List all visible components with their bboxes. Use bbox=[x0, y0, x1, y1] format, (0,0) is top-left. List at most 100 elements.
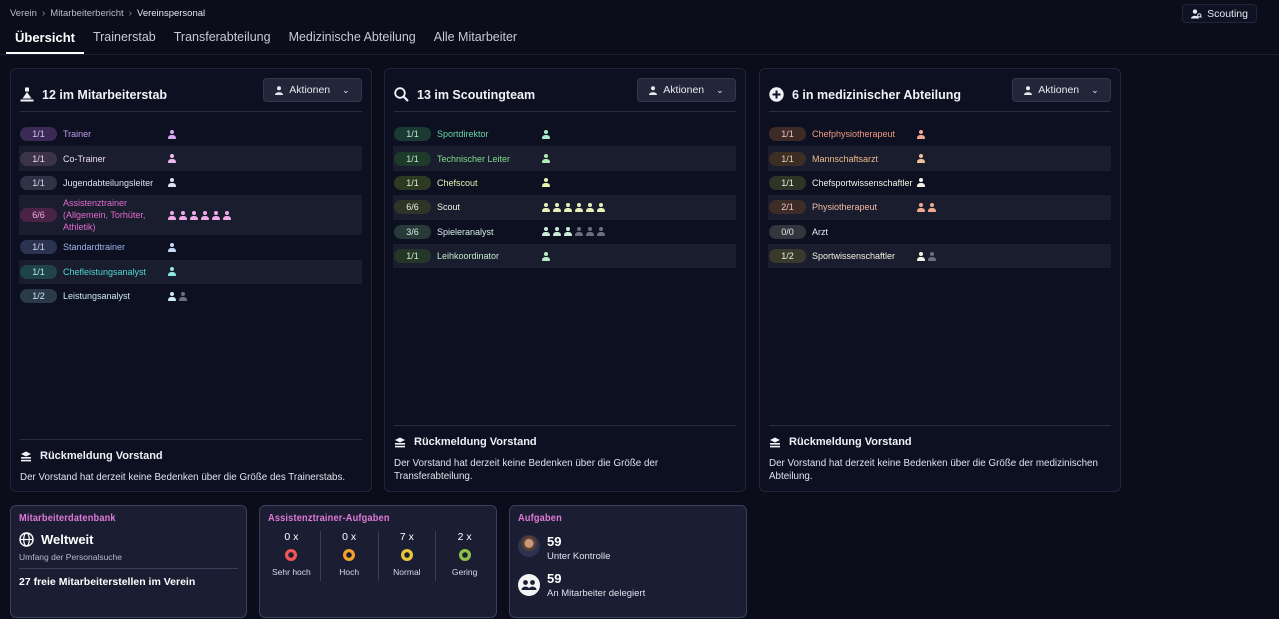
role-row[interactable]: 0/0 Arzt bbox=[768, 220, 1111, 244]
chevron-down-icon: ⌄ bbox=[716, 84, 724, 95]
role-row[interactable]: 1/1 Leihkoordinator bbox=[393, 243, 736, 269]
tasks-card[interactable]: Aufgaben 59 Unter Kontrolle 59 An Mitarb… bbox=[509, 505, 747, 618]
medical-feedback-text: Der Vorstand hat derzeit keine Bedenken … bbox=[769, 458, 1098, 482]
database-card-title: Mitarbeiterdatenbank bbox=[19, 513, 116, 524]
staff-feedback: Rückmeldung Vorstand Der Vorstand hat de… bbox=[20, 439, 362, 484]
staff-occupancy bbox=[917, 202, 936, 212]
scouting-feedback-title: Rückmeldung Vorstand bbox=[394, 436, 736, 448]
scouting-feedback-heading: Rückmeldung Vorstand bbox=[414, 436, 537, 448]
role-row[interactable]: 1/1 Chefsportwissenschaftler bbox=[768, 171, 1111, 195]
role-row[interactable]: 1/1 Trainer bbox=[19, 122, 362, 146]
scout-user-icon bbox=[1191, 8, 1203, 18]
staff-feedback-title: Rückmeldung Vorstand bbox=[20, 450, 362, 462]
role-row[interactable]: 1/1 Standardtrainer bbox=[19, 235, 362, 259]
role-name: Jugendabteilungsleiter bbox=[63, 177, 154, 188]
globe-icon bbox=[19, 532, 34, 547]
role-row[interactable]: 1/2 Leistungsanalyst bbox=[19, 284, 362, 308]
role-count-badge: 1/1 bbox=[769, 127, 806, 142]
person-filled-icon bbox=[542, 154, 550, 164]
role-count-badge: 1/1 bbox=[769, 151, 806, 166]
role-count-badge: 1/1 bbox=[769, 175, 806, 190]
task-priority-column: 0 x Hoch bbox=[321, 531, 379, 581]
breadcrumb-verein[interactable]: Verein bbox=[10, 8, 37, 19]
role-name: Leistungsanalyst bbox=[63, 291, 131, 302]
role-row[interactable]: 1/1 Chefleistungsanalyst bbox=[19, 259, 362, 284]
assistant-tasks-title: Assistenztrainer-Aufgaben bbox=[268, 513, 390, 524]
tab-bar: Übersicht Trainerstab Transferabteilung … bbox=[6, 26, 526, 54]
role-name: Technischer Leiter bbox=[437, 153, 511, 164]
role-row[interactable]: 1/2 Sportwissenschaftler bbox=[768, 243, 1111, 269]
role-count-badge: 6/6 bbox=[394, 200, 431, 215]
scouting-actions-button[interactable]: Aktionen ⌄ bbox=[637, 78, 736, 102]
role-row[interactable]: 2/1 Physiotherapeut bbox=[768, 195, 1111, 220]
tasks-delegated-count: 59 bbox=[547, 571, 562, 586]
person-filled-icon bbox=[168, 291, 176, 301]
breadcrumb-current: Vereinspersonal bbox=[137, 8, 206, 19]
scouting-button[interactable]: Scouting bbox=[1182, 4, 1257, 23]
staff-actions-button[interactable]: Aktionen ⌄ bbox=[263, 78, 362, 102]
breadcrumb-separator-icon: › bbox=[41, 8, 46, 19]
role-name: Sportwissenschaftler bbox=[812, 251, 896, 262]
chevron-down-icon: ⌄ bbox=[342, 84, 350, 95]
staff-occupancy bbox=[917, 178, 925, 188]
tab-transferabteilung[interactable]: Transferabteilung bbox=[165, 26, 280, 54]
role-row[interactable]: 1/1 Chefscout bbox=[393, 171, 736, 195]
role-row[interactable]: 1/1 Technischer Leiter bbox=[393, 146, 736, 171]
staff-occupancy bbox=[542, 202, 605, 212]
breadcrumb-separator-icon: › bbox=[128, 8, 133, 19]
task-priority-count: 0 x bbox=[342, 531, 357, 543]
medical-actions-button[interactable]: Aktionen ⌄ bbox=[1012, 78, 1111, 102]
scouting-button-label: Scouting bbox=[1207, 7, 1248, 20]
task-priority-count: 2 x bbox=[457, 531, 472, 543]
database-scope-subtitle: Umfang der Personalsuche bbox=[19, 552, 123, 562]
role-count-badge: 1/2 bbox=[20, 289, 57, 304]
person-filled-icon bbox=[542, 202, 550, 212]
role-row[interactable]: 1/1 Chefphysiotherapeut bbox=[768, 122, 1111, 146]
staff-occupancy bbox=[917, 154, 925, 164]
task-priority-label: Hoch bbox=[339, 567, 360, 577]
role-row[interactable]: 1/1 Sportdirektor bbox=[393, 122, 736, 146]
tab-uebersicht[interactable]: Übersicht bbox=[6, 26, 84, 54]
staff-occupancy bbox=[542, 178, 550, 188]
role-count-badge: 3/6 bbox=[394, 224, 431, 239]
person-filled-icon bbox=[542, 227, 550, 237]
person-empty-icon bbox=[179, 291, 187, 301]
role-row[interactable]: 6/6 Scout bbox=[393, 195, 736, 220]
assistant-tasks-card[interactable]: Assistenztrainer-Aufgaben 0 x Sehr hoch 0 … bbox=[259, 505, 497, 618]
staff-database-card[interactable]: Mitarbeiterdatenbank Weltweit Umfang der… bbox=[10, 505, 247, 618]
role-count-badge: 1/1 bbox=[20, 175, 57, 190]
role-name: Assistenztrainer (Allgemein, Torhüter, A… bbox=[63, 198, 146, 233]
role-row[interactable]: 3/6 Spieleranalyst bbox=[393, 220, 736, 244]
person-filled-icon bbox=[928, 202, 936, 212]
person-filled-icon bbox=[564, 227, 572, 237]
role-row[interactable]: 1/1 Co-Trainer bbox=[19, 146, 362, 171]
role-name: Arzt bbox=[812, 226, 829, 237]
scouting-panel: 13 im Scoutingteam Aktionen ⌄ 1/1 Sportdi… bbox=[384, 68, 746, 492]
role-row[interactable]: 1/1 Mannschaftsarzt bbox=[768, 146, 1111, 171]
person-empty-icon bbox=[597, 227, 605, 237]
person-filled-icon bbox=[917, 154, 925, 164]
scouting-role-list: 1/1 Sportdirektor 1/1 Technischer Leiter 1/1… bbox=[393, 122, 736, 269]
staff-occupancy bbox=[168, 154, 176, 164]
tasks-controlled-count: 59 bbox=[547, 534, 562, 549]
role-name: Chefphysiotherapeut bbox=[812, 129, 896, 140]
role-name: Chefleistungsanalyst bbox=[63, 266, 147, 277]
staff-panel-header: 12 im Mitarbeiterstab Aktionen ⌄ bbox=[20, 78, 362, 112]
role-name: Mannschaftsarzt bbox=[812, 153, 879, 164]
role-count-badge: 1/1 bbox=[20, 151, 57, 166]
role-row[interactable]: 6/6 Assistenztrainer (Allgemein, Torhüter… bbox=[19, 195, 362, 236]
staff-occupancy bbox=[917, 129, 925, 139]
staff-feedback-text: Der Vorstand hat derzeit keine Bedenken … bbox=[20, 472, 346, 483]
task-priority-label: Gering bbox=[451, 567, 478, 577]
tab-medizinische-abteilung[interactable]: Medizinische Abteilung bbox=[280, 26, 425, 54]
task-priority-column: 0 x Sehr hoch bbox=[263, 531, 321, 581]
task-priority-column: 2 x Gering bbox=[436, 531, 493, 581]
person-filled-icon bbox=[564, 202, 572, 212]
tasks-delegated-label: An Mitarbeiter delegiert bbox=[547, 588, 646, 599]
tab-trainerstab[interactable]: Trainerstab bbox=[84, 26, 165, 54]
role-count-badge: 0/0 bbox=[769, 224, 806, 239]
role-row[interactable]: 1/1 Jugendabteilungsleiter bbox=[19, 171, 362, 195]
breadcrumb-mitarbeiterbericht[interactable]: Mitarbeiterbericht bbox=[50, 8, 123, 19]
tab-alle-mitarbeiter[interactable]: Alle Mitarbeiter bbox=[425, 26, 526, 54]
staff-occupancy bbox=[542, 227, 605, 237]
